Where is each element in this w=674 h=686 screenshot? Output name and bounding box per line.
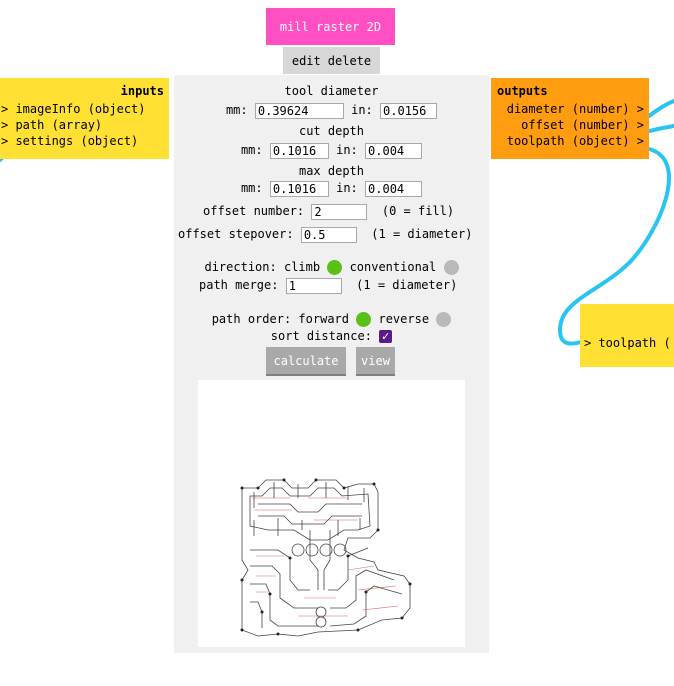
view-button[interactable]: view xyxy=(356,347,395,374)
path-order-label: path order: xyxy=(211,312,292,326)
toolpath-preview xyxy=(198,380,465,647)
offset-stepover-input[interactable] xyxy=(300,226,357,243)
direction-label: direction: xyxy=(204,260,277,274)
max-depth-row: mm: in: xyxy=(174,180,489,197)
mill-raster-panel: tool diameter mm: in: cut depth mm: in: … xyxy=(174,75,489,653)
path-order-row: path order: forward reverse xyxy=(174,311,489,327)
wire-diameter-out xyxy=(647,99,674,118)
mm-label: mm: xyxy=(240,181,263,195)
direction-conventional-label: conventional xyxy=(349,260,437,274)
max-depth-label: max depth xyxy=(298,164,365,178)
offset-stepover-row: offset stepover: (1 = diameter) xyxy=(178,226,472,243)
in-label: in: xyxy=(336,181,358,195)
cut-depth-label: cut depth xyxy=(298,124,365,138)
output-port-diameter[interactable]: diameter (number) > xyxy=(507,101,644,117)
tool-diameter-in-input[interactable] xyxy=(380,102,438,119)
offset-number-label: offset number: xyxy=(203,204,305,218)
mm-label: mm: xyxy=(240,143,263,157)
path-merge-input[interactable] xyxy=(285,277,342,294)
sort-distance-row: sort distance: ✓ xyxy=(174,328,489,344)
tool-diameter-label: tool diameter xyxy=(284,84,379,98)
offset-stepover-label: offset stepover: xyxy=(178,227,294,241)
view-button-label: view xyxy=(361,353,390,368)
max-depth-mm-input[interactable] xyxy=(269,180,329,197)
input-port-toolpath[interactable]: > toolpath ( xyxy=(584,335,671,351)
offset-number-row: offset number: (0 = fill) xyxy=(203,203,454,220)
path-order-forward-radio[interactable] xyxy=(356,312,372,327)
toolpath-module[interactable]: > toolpath ( xyxy=(580,304,674,367)
input-port-path[interactable]: > path (array) xyxy=(1,117,146,133)
path-order-reverse-label: reverse xyxy=(378,312,430,326)
tool-diameter-row: mm: in: xyxy=(174,102,489,119)
path-merge-label: path merge: xyxy=(199,278,279,292)
output-port-toolpath[interactable]: toolpath (object) > xyxy=(507,133,644,149)
edit-button[interactable]: edit xyxy=(292,54,321,68)
offset-number-input[interactable] xyxy=(311,203,368,220)
offset-stepover-hint: (1 = diameter) xyxy=(371,227,473,241)
module-title[interactable]: mill raster 2D xyxy=(266,8,395,45)
path-order-forward-label: forward xyxy=(298,312,349,326)
edit-bar: edit delete xyxy=(283,47,380,74)
max-depth-in-input[interactable] xyxy=(365,180,423,197)
cut-depth-mm-input[interactable] xyxy=(269,142,329,159)
input-port-settings[interactable]: > settings (object) xyxy=(1,133,146,149)
input-port-imageinfo[interactable]: > imageInfo (object) xyxy=(1,101,146,117)
path-order-reverse-radio[interactable] xyxy=(436,312,452,327)
sort-distance-checkbox[interactable]: ✓ xyxy=(379,330,393,343)
outputs-module[interactable]: outputs diameter (number) > offset (numb… xyxy=(491,78,649,159)
direction-conventional-radio[interactable] xyxy=(443,260,459,275)
outputs-header: outputs xyxy=(497,84,548,98)
output-port-offset[interactable]: offset (number) > xyxy=(507,117,644,133)
calculate-button[interactable]: calculate xyxy=(266,347,346,374)
in-label: in: xyxy=(336,143,358,157)
mm-label: mm: xyxy=(225,103,248,117)
offset-number-hint: (0 = fill) xyxy=(381,204,455,218)
delete-button[interactable]: delete xyxy=(328,54,371,68)
direction-row: direction: climb conventional xyxy=(174,259,489,275)
cut-depth-in-input[interactable] xyxy=(365,142,423,159)
sort-distance-label: sort distance: xyxy=(270,329,372,343)
wire-offset-out xyxy=(647,124,674,133)
direction-climb-label: climb xyxy=(283,260,321,274)
module-title-text: mill raster 2D xyxy=(279,19,382,34)
tool-diameter-mm-input[interactable] xyxy=(254,102,344,119)
in-label: in: xyxy=(351,103,373,117)
cut-depth-row: mm: in: xyxy=(174,142,489,159)
path-merge-row: path merge: (1 = diameter) xyxy=(199,277,457,294)
calculate-button-label: calculate xyxy=(273,353,339,368)
inputs-module[interactable]: inputs > imageInfo (object) > path (arra… xyxy=(0,78,169,159)
inputs-header: inputs xyxy=(120,84,164,98)
toolpath-preview-drawing xyxy=(240,478,412,637)
path-merge-hint: (1 = diameter) xyxy=(356,278,458,292)
direction-climb-radio[interactable] xyxy=(327,260,343,275)
